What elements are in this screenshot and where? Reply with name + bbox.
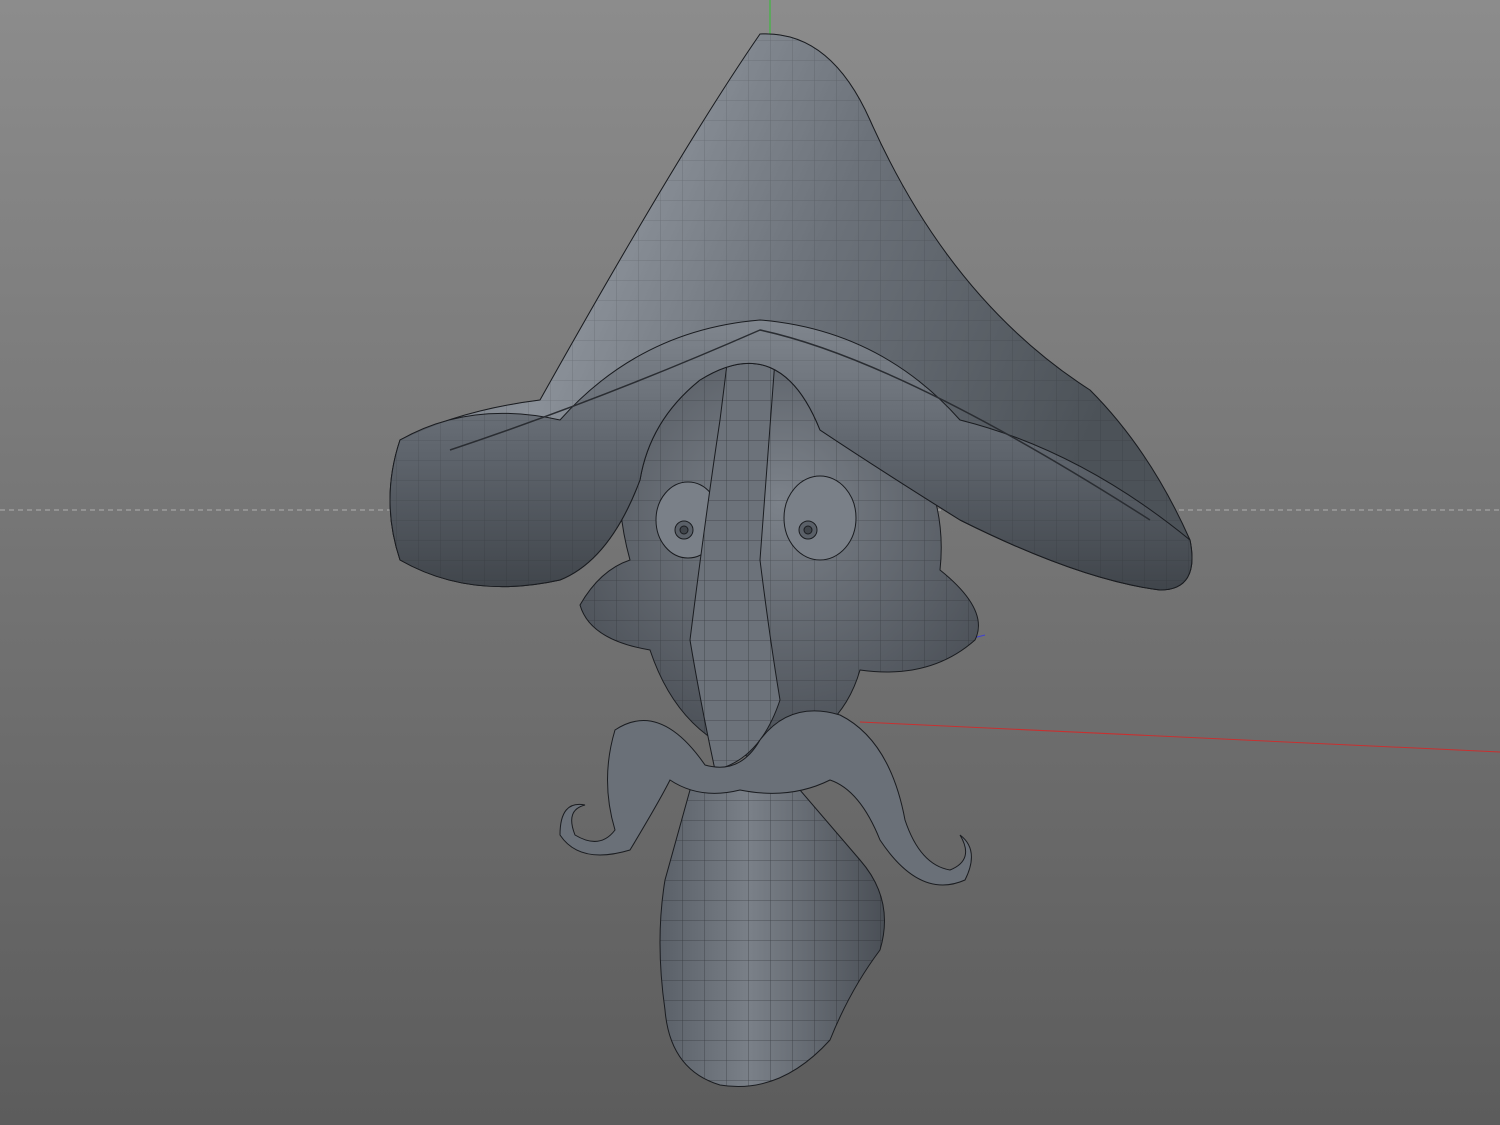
3d-viewport[interactable] xyxy=(0,0,1500,1125)
viewport-canvas[interactable] xyxy=(0,0,1500,1125)
right-eye xyxy=(783,475,857,561)
